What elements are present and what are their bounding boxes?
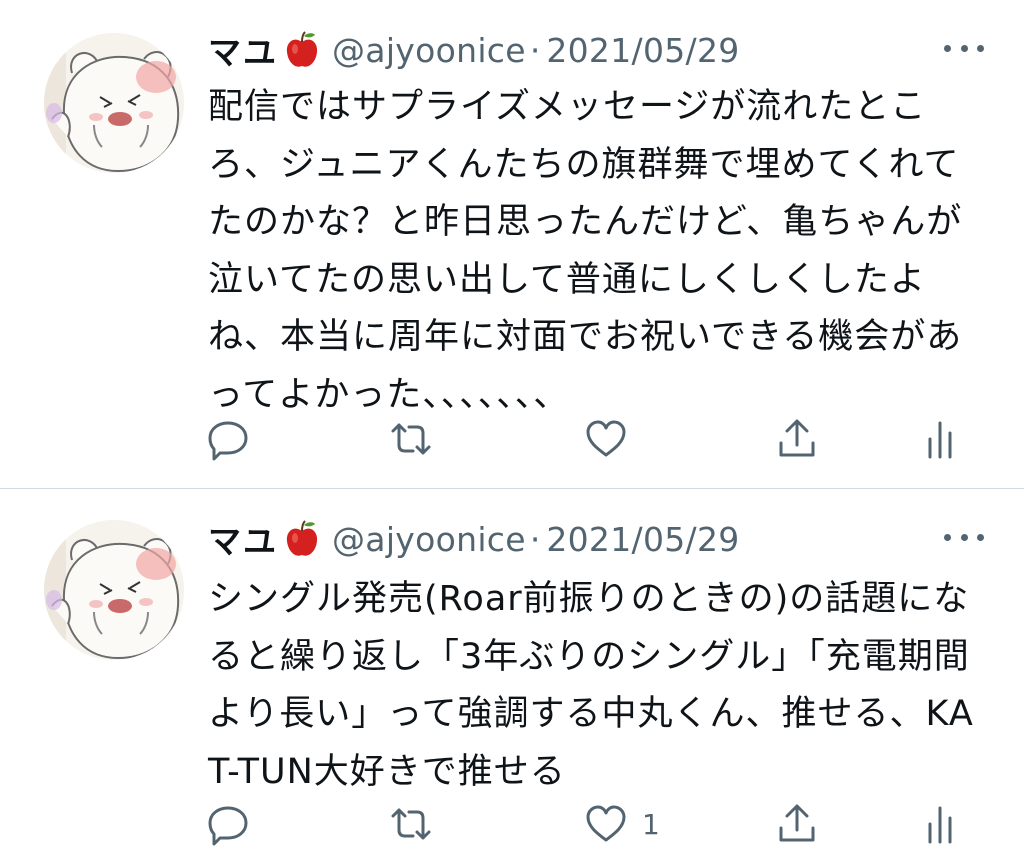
share-button[interactable] — [775, 799, 819, 849]
reply-icon — [208, 806, 248, 846]
tweet-text: シングル発売(Roar前振りのときの)の話題になると繰り返し「3年ぶりのシングル… — [208, 579, 974, 792]
tweet-header: マユ @ajyoonice · 2021/05/29 — [208, 26, 984, 74]
retweet-icon — [391, 808, 431, 840]
retweet-button[interactable] — [389, 414, 433, 464]
heart-icon — [586, 420, 626, 457]
apple-icon — [284, 519, 320, 559]
more-options-icon[interactable] — [944, 525, 984, 549]
heart-icon — [586, 805, 626, 842]
separator-dot: · — [529, 519, 541, 559]
like-count: 1 — [642, 807, 660, 841]
tweet-date[interactable]: 2021/05/29 — [546, 31, 739, 70]
tweet-actions: 1 — [0, 799, 1024, 849]
handle[interactable]: @ajyoonice — [332, 31, 526, 70]
tweet-actions — [0, 414, 1024, 464]
tweet-header: マユ @ajyoonice · 2021/05/29 — [208, 515, 984, 563]
avatar-bear-illustration — [44, 33, 184, 173]
share-button[interactable] — [775, 414, 819, 464]
avatar[interactable] — [44, 33, 184, 173]
avatar[interactable] — [44, 520, 184, 660]
avatar-bear-illustration — [44, 520, 184, 660]
analytics-icon — [928, 806, 952, 844]
analytics-button[interactable] — [918, 799, 962, 849]
tweet-1[interactable]: マユ @ajyoonice · 2021/05/29 配信ではサプライズメッセー… — [0, 0, 1024, 488]
display-name[interactable]: マユ — [208, 26, 278, 74]
more-options-icon[interactable] — [944, 36, 984, 60]
like-button[interactable]: 1 — [584, 799, 660, 849]
reply-button[interactable] — [208, 414, 252, 464]
apple-icon — [284, 30, 320, 70]
tweet-text: 配信ではサプライズメッセージが流れたところ、ジュニアくんたちの旗群舞で埋めてくれ… — [208, 87, 963, 415]
separator-dot: · — [529, 30, 541, 70]
analytics-button[interactable] — [918, 414, 962, 464]
share-icon — [779, 804, 815, 842]
retweet-button[interactable] — [389, 799, 433, 849]
retweet-icon — [391, 423, 431, 455]
share-icon — [779, 419, 815, 457]
analytics-icon — [928, 421, 952, 459]
reply-button[interactable] — [208, 799, 252, 849]
handle[interactable]: @ajyoonice — [332, 520, 526, 559]
reply-icon — [208, 421, 248, 461]
tweet-2[interactable]: マユ @ajyoonice · 2021/05/29 シングル発売(Roar前振… — [0, 489, 1024, 862]
tweet-date[interactable]: 2021/05/29 — [546, 520, 739, 559]
like-button[interactable] — [584, 414, 642, 464]
display-name[interactable]: マユ — [208, 515, 278, 563]
